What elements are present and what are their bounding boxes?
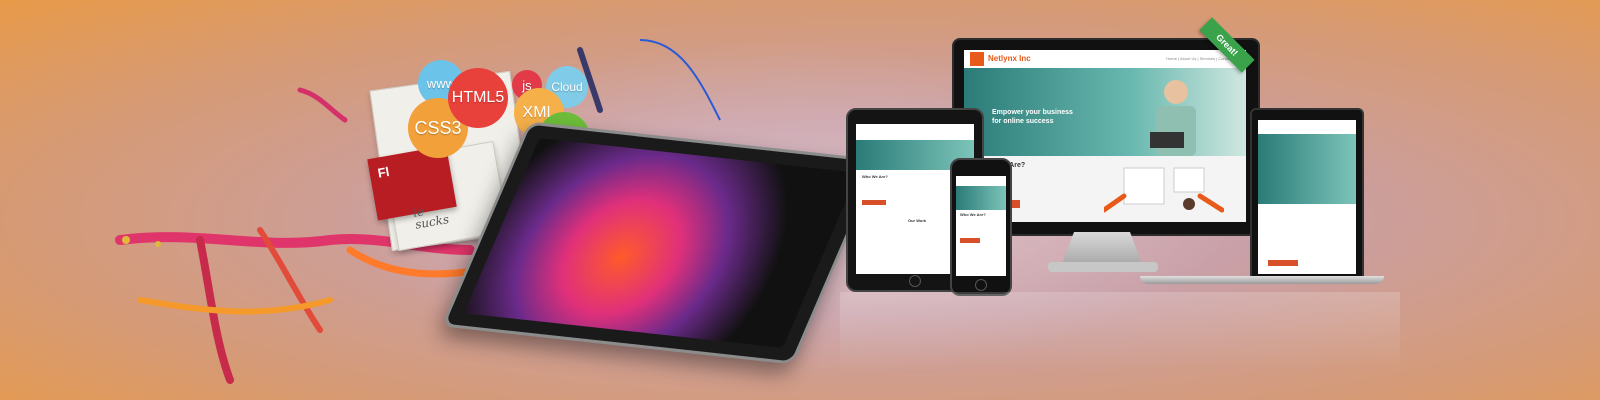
monitor-base [1048, 262, 1158, 272]
ipad-button [862, 200, 886, 205]
person-figure [1150, 80, 1196, 156]
hero-text: Empower your business for online success [992, 109, 1073, 125]
laptop-device [1250, 108, 1364, 280]
html5-bubble: HTML5 [448, 68, 508, 128]
monitor-stand [1062, 232, 1142, 264]
phone-home-button [975, 279, 987, 291]
device-reflection [840, 292, 1400, 372]
phone-button [960, 238, 980, 243]
ipad-our-work: Our Work [908, 218, 927, 223]
scribble-note: ie sucks [412, 204, 451, 232]
phone-screen: Who We Are? [956, 176, 1006, 276]
ipad-home-button [909, 275, 921, 287]
laptop-screen [1258, 120, 1356, 274]
phone-section-title: Who We Are? [960, 212, 986, 217]
site-header: Netlynx Inc Home | About Us | Services |… [964, 50, 1246, 69]
hero-banner: Fl ie sucks www CSS3 HTML5 js Cloud XML … [0, 0, 1600, 400]
ipad-section-title: Who We Are? [862, 174, 888, 179]
phone-hero [956, 186, 1006, 210]
laptop-hero [1258, 134, 1356, 204]
phone-device: Who We Are? [950, 158, 1012, 296]
laptop-base [1140, 276, 1384, 284]
flash-label: Fl [376, 163, 391, 181]
site-logo [970, 52, 984, 66]
site-name: Netlynx Inc [988, 54, 1031, 63]
work-illustration [1104, 167, 1224, 213]
site-hero: Empower your business for online success [964, 68, 1246, 156]
laptop-button [1268, 260, 1298, 266]
tablet-screen [463, 138, 859, 348]
